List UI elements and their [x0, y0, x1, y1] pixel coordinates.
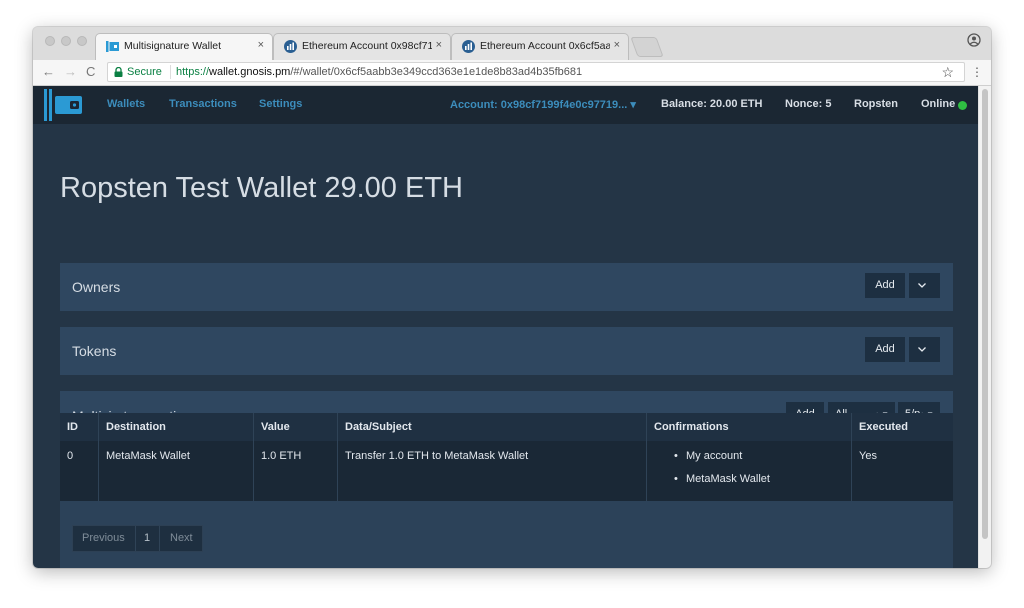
minimize-window-button[interactable]	[61, 36, 71, 46]
expand-owners-button[interactable]	[909, 273, 940, 298]
chevron-down-icon	[918, 283, 926, 288]
add-owner-button[interactable]: Add	[865, 273, 905, 298]
new-tab-button[interactable]	[630, 37, 664, 57]
back-button[interactable]: ←	[42, 64, 55, 80]
column-header-destination: Destination	[106, 421, 166, 433]
owners-title: Owners	[72, 279, 121, 295]
chevron-down-icon	[918, 347, 926, 352]
column-header-executed: Executed	[859, 421, 908, 433]
nav-settings[interactable]: Settings	[259, 98, 302, 110]
pagination: Previous 1 Next	[72, 525, 203, 552]
confirmation-item: MetaMask Wallet	[686, 473, 770, 485]
column-header-confirmations: Confirmations	[654, 421, 729, 433]
url-scheme: https://	[176, 66, 210, 78]
cell-id: 0	[67, 450, 74, 462]
cell-executed: Yes	[859, 450, 877, 462]
tokens-title: Tokens	[72, 343, 117, 359]
secure-label: Secure	[127, 66, 162, 78]
url-text[interactable]: https://wallet.gnosis.pm/#/wallet/0x6cf5…	[176, 66, 582, 78]
gnosis-wallet-logo[interactable]	[44, 89, 84, 121]
network-label: Ropsten	[854, 98, 898, 110]
status-label: Online	[921, 98, 956, 110]
url-divider	[170, 65, 171, 79]
column-divider	[253, 441, 254, 501]
column-divider	[851, 413, 852, 441]
etherscan-icon	[284, 40, 297, 53]
close-tab-icon[interactable]: ×	[614, 39, 620, 51]
browser-window: Multisignature Wallet × Ethereum Account…	[33, 27, 991, 568]
owners-panel-header[interactable]: Owners Add	[60, 263, 953, 311]
add-token-button[interactable]: Add	[865, 337, 905, 362]
next-page-button[interactable]: Next	[170, 532, 193, 544]
scrollbar-thumb[interactable]	[982, 89, 988, 539]
pager-divider	[135, 526, 136, 551]
close-tab-icon[interactable]: ×	[436, 39, 442, 51]
pager-divider	[159, 526, 160, 551]
wallet-icon	[106, 41, 119, 52]
page-scrollbar[interactable]	[978, 86, 991, 568]
column-divider	[98, 413, 99, 441]
cell-value: 1.0 ETH	[261, 450, 302, 462]
column-header-id: ID	[67, 421, 78, 433]
reload-button[interactable]: C	[86, 64, 95, 80]
page-content: Wallets Transactions Settings Account: 0…	[33, 86, 978, 568]
zoom-window-button[interactable]	[77, 36, 87, 46]
column-divider	[253, 413, 254, 441]
column-divider	[646, 413, 647, 441]
tab-ethereum-account-2[interactable]: Ethereum Account 0x6cf5aab ×	[451, 33, 629, 60]
bullet: •	[674, 473, 678, 485]
expand-tokens-button[interactable]	[909, 337, 940, 362]
column-divider	[646, 441, 647, 501]
nav-transactions[interactable]: Transactions	[169, 98, 237, 110]
confirmation-item: My account	[686, 450, 743, 462]
etherscan-icon	[462, 40, 475, 53]
tab-title: Ethereum Account 0x98cf7199	[302, 40, 432, 52]
tab-multisig-wallet[interactable]: Multisignature Wallet ×	[95, 33, 273, 60]
close-tab-icon[interactable]: ×	[258, 39, 264, 51]
cell-subject: Transfer 1.0 ETH to MetaMask Wallet	[345, 450, 529, 462]
browser-menu-icon[interactable]: ⋮	[971, 65, 983, 79]
column-divider	[337, 413, 338, 441]
tab-strip: Multisignature Wallet × Ethereum Account…	[33, 27, 991, 60]
nav-wallets[interactable]: Wallets	[107, 98, 145, 110]
column-header-subject: Data/Subject	[345, 421, 412, 433]
browser-toolbar: ← → C Secure https://wallet.gnosis.pm/#/…	[33, 60, 991, 86]
tab-title: Ethereum Account 0x6cf5aab	[480, 40, 610, 52]
tab-title: Multisignature Wallet	[124, 40, 222, 52]
tokens-panel-header[interactable]: Tokens Add	[60, 327, 953, 375]
bookmark-star-icon[interactable]: ☆	[941, 64, 954, 81]
tab-ethereum-account-1[interactable]: Ethereum Account 0x98cf7199 ×	[273, 33, 451, 60]
previous-page-button[interactable]: Previous	[82, 532, 125, 544]
address-bar[interactable]: Secure https://wallet.gnosis.pm/#/wallet…	[107, 62, 965, 82]
page-number-button[interactable]: 1	[144, 532, 150, 544]
column-divider	[851, 441, 852, 501]
url-host: wallet.gnosis.pm	[209, 66, 291, 78]
profile-icon[interactable]	[967, 33, 981, 47]
online-status-dot	[958, 101, 967, 110]
forward-button[interactable]: →	[64, 64, 77, 80]
column-divider	[337, 441, 338, 501]
nonce-label: Nonce: 5	[785, 98, 832, 110]
cell-destination: MetaMask Wallet	[106, 450, 190, 462]
app-navbar: Wallets Transactions Settings Account: 0…	[33, 86, 978, 124]
pagination-area: Previous 1 Next	[60, 501, 953, 568]
close-window-button[interactable]	[45, 36, 55, 46]
table-row[interactable]: 0 MetaMask Wallet 1.0 ETH Transfer 1.0 E…	[60, 441, 953, 501]
column-header-value: Value	[261, 421, 290, 433]
account-dropdown[interactable]: Account: 0x98cf7199f4e0c97719... ▾	[450, 98, 636, 111]
bullet: •	[674, 450, 678, 462]
column-divider	[98, 441, 99, 501]
url-path: /#/wallet/0x6cf5aabb3e349ccd363e1e1de8b8…	[290, 66, 583, 78]
transactions-table-header: ID Destination Value Data/Subject Confir…	[60, 413, 953, 441]
balance-label: Balance: 20.00 ETH	[661, 98, 763, 110]
lock-icon	[114, 67, 123, 77]
wallet-title: Ropsten Test Wallet 29.00 ETH	[60, 172, 463, 204]
